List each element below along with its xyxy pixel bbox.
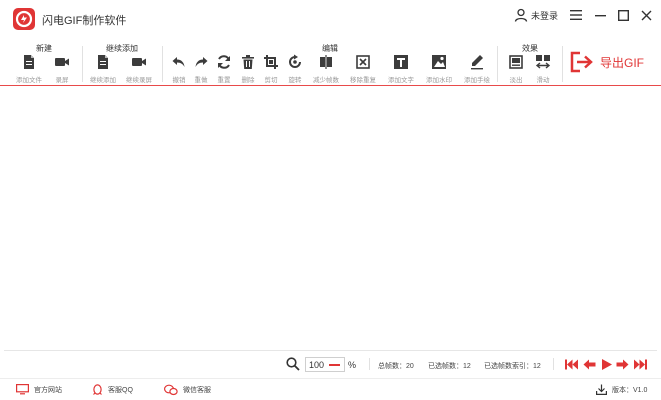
- version-label: 版本：V1.0: [612, 386, 648, 394]
- slide-icon: [535, 55, 551, 69]
- zoom-unit: %: [348, 360, 357, 370]
- group-title-effects: 效果: [522, 44, 538, 53]
- next-frame-icon[interactable]: [616, 359, 629, 370]
- wechat-support-label: 微信客服: [183, 387, 211, 394]
- redo-label: 重做: [194, 77, 208, 84]
- first-frame-icon[interactable]: [565, 359, 578, 370]
- previous-frame-icon[interactable]: [583, 359, 596, 370]
- export-gif-label: 导出GIF: [600, 55, 644, 70]
- add-watermark-button[interactable]: 添加水印: [422, 54, 456, 84]
- reduce-frames-label: 减少帧数: [313, 77, 339, 84]
- qq-icon: [93, 384, 102, 395]
- add-watermark-label: 添加水印: [426, 77, 452, 84]
- delete-label: 删除: [241, 77, 255, 84]
- add-file-button[interactable]: 添加文件: [12, 54, 46, 84]
- app-logo-icon: [13, 8, 35, 30]
- official-website-link[interactable]: 官方网站: [16, 384, 62, 395]
- status-divider: [553, 358, 554, 370]
- add-handwriting-label: 添加手绘: [464, 77, 490, 84]
- wechat-support-link[interactable]: 微信客服: [164, 384, 211, 396]
- menu-button[interactable]: [567, 6, 585, 24]
- selected-frames: 已选帧数：12: [428, 363, 471, 370]
- status-divider: [369, 358, 370, 370]
- crop-icon: [264, 55, 278, 69]
- toolbar-divider: [562, 46, 563, 82]
- close-button[interactable]: [637, 6, 655, 24]
- slide-button[interactable]: 滑动: [526, 54, 560, 84]
- minimize-button[interactable]: [591, 6, 609, 24]
- video-camera-icon: [132, 58, 146, 66]
- status-bar: % 总帧数：20 已选帧数：12 已选帧数索引：12: [0, 352, 661, 376]
- user-icon: [514, 8, 528, 22]
- official-website-label: 官方网站: [34, 386, 62, 394]
- add-file-label: 添加文件: [16, 77, 42, 84]
- file-add-icon: [24, 55, 34, 69]
- pen-icon: [471, 55, 483, 70]
- download-icon: [596, 384, 607, 395]
- remove-duplicates-button[interactable]: 移除重复: [346, 54, 380, 84]
- minimize-icon: [594, 14, 606, 16]
- play-icon[interactable]: [600, 359, 613, 370]
- watermark-icon: [432, 55, 446, 69]
- fade-label: 淡出: [509, 77, 523, 84]
- continue-record-button[interactable]: 继续录屏: [122, 54, 156, 84]
- remove-duplicates-label: 移除重复: [350, 77, 376, 84]
- reset-label: 重置: [217, 77, 231, 84]
- rotate-icon: [289, 54, 301, 68]
- fade-icon: [509, 55, 523, 69]
- add-text-button[interactable]: 添加文字: [384, 54, 418, 84]
- user-status-label: 未登录: [531, 10, 559, 21]
- selected-frame-index: 已选帧数索引：12: [484, 363, 541, 370]
- add-handwriting-button[interactable]: 添加手绘: [460, 54, 494, 84]
- reduce-frames-button[interactable]: 减少帧数: [309, 54, 343, 84]
- qq-support-link[interactable]: 客服QQ: [92, 384, 133, 396]
- record-label: 录屏: [55, 77, 69, 84]
- title-bar: 闪电GIF制作软件 未登录: [0, 0, 661, 34]
- toolbar: 新建 继续添加 编辑 效果 添加文件 录屏 继续添加 继续录屏 撤销 重做 重置…: [0, 38, 661, 86]
- text-icon: [394, 55, 408, 69]
- maximize-button[interactable]: [614, 6, 632, 24]
- export-icon: [570, 51, 593, 73]
- maximize-icon: [617, 9, 629, 21]
- group-title-new: 新建: [36, 44, 52, 53]
- last-frame-icon[interactable]: [634, 359, 647, 370]
- zoom-icon[interactable]: [286, 357, 300, 371]
- add-text-label: 添加文字: [388, 77, 414, 84]
- toolbar-divider: [497, 46, 498, 82]
- hamburger-menu-icon: [570, 10, 582, 20]
- continue-add-button[interactable]: 继续添加: [86, 54, 120, 84]
- version-info: 版本：V1.0: [596, 384, 647, 395]
- qq-support-label: 客服QQ: [108, 387, 133, 394]
- export-gif-button[interactable]: 导出GIF: [570, 50, 644, 74]
- toolbar-divider: [82, 46, 83, 82]
- app-title: 闪电GIF制作软件: [42, 15, 127, 27]
- remove-duplicates-icon: [356, 55, 370, 69]
- footer: 官方网站 客服QQ 微信客服 版本：V1.0: [0, 378, 661, 400]
- video-camera-icon: [55, 58, 69, 66]
- rotate-label: 旋转: [288, 77, 302, 84]
- file-add-icon: [98, 55, 108, 69]
- continue-record-label: 继续录屏: [126, 77, 152, 84]
- zoom-slider[interactable]: [329, 364, 340, 366]
- total-frames: 总帧数：20: [378, 363, 414, 370]
- continue-add-label: 继续添加: [90, 77, 116, 84]
- close-icon: [641, 10, 651, 20]
- group-title-continue-add: 继续添加: [106, 44, 138, 53]
- refresh-icon: [218, 55, 230, 69]
- login-button[interactable]: 未登录: [514, 8, 558, 22]
- group-title-edit: 编辑: [322, 44, 338, 53]
- crop-label: 剪切: [264, 77, 278, 84]
- record-button[interactable]: 录屏: [45, 54, 79, 84]
- reduce-frames-icon: [320, 55, 332, 69]
- rotate-button[interactable]: 旋转: [278, 54, 312, 84]
- monitor-icon: [16, 384, 29, 395]
- wechat-icon: [164, 384, 178, 396]
- slide-label: 滑动: [536, 77, 550, 84]
- frame-canvas[interactable]: [4, 88, 657, 351]
